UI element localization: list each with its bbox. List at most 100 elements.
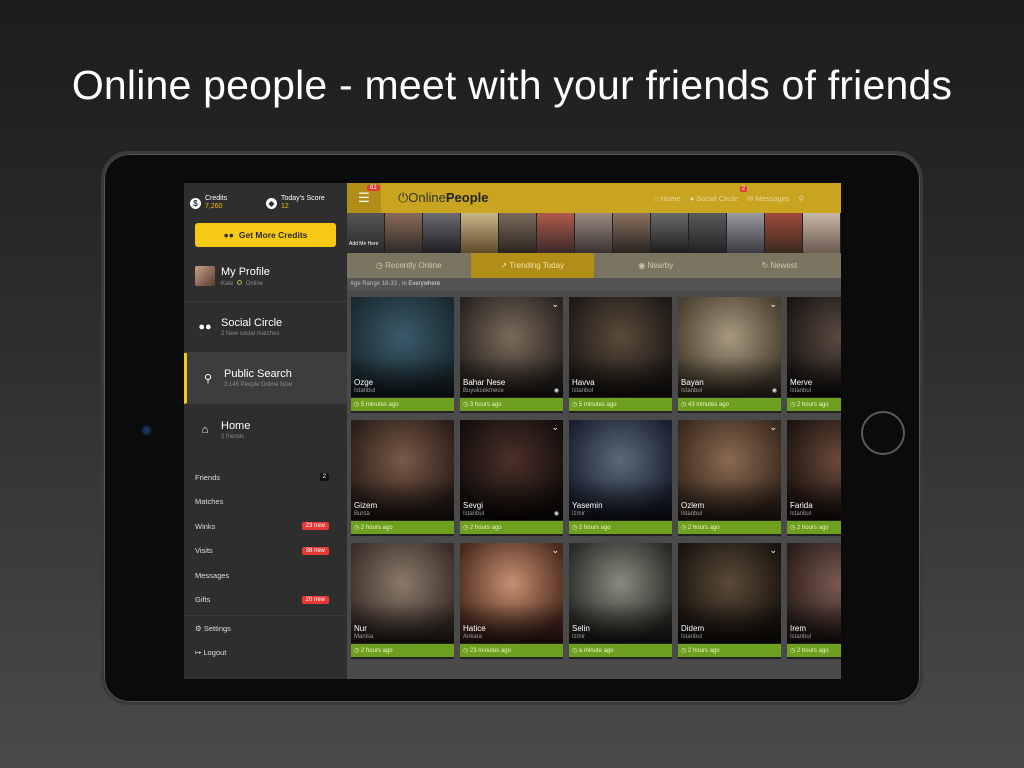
nav-public-search[interactable]: ⚲ Public Search 3,145 People Online Now (184, 353, 347, 404)
online-users-strip: Add Me Here (347, 213, 841, 253)
user-thumbnail[interactable] (803, 213, 841, 253)
sidebar-item-gifts[interactable]: Gifts 20 new (184, 588, 347, 613)
profile-card[interactable]: Farida Istanbul ◷ 2 hours ago (787, 420, 841, 536)
clock-icon: ◷ (790, 648, 796, 654)
last-online: ◷ 2 hours ago (787, 644, 841, 657)
last-online: ◷ 2 hours ago (351, 521, 454, 534)
top-nav-messages-label: Messages (755, 193, 790, 203)
user-thumbnail[interactable] (689, 213, 727, 253)
add-me-label: Add Me Here (349, 241, 379, 247)
last-online-text: 2 hours ago (360, 525, 393, 531)
user-thumbnail[interactable] (499, 213, 537, 253)
location-pin-icon: ◉ (553, 511, 559, 517)
pin-icon: ◉ (638, 261, 646, 270)
last-online: ◷ 5 minutes ago (351, 398, 454, 411)
profile-city: Buyukcekmece (463, 388, 504, 394)
tab-label: Newest (770, 261, 798, 270)
visits-badge: 38 new (301, 546, 329, 555)
user-thumbnail[interactable] (385, 213, 423, 253)
social-circle-badge: 2 (739, 185, 747, 192)
sidebar-item-logout[interactable]: ↦ Logout (184, 641, 347, 666)
profile-name: Nur (354, 624, 367, 633)
sidebar-item-settings[interactable]: ⚙ Settings (184, 616, 347, 641)
profile-city: Bursa (354, 511, 370, 517)
chevron-down-icon[interactable]: ⌄ (769, 299, 777, 310)
sidebar-item-label: Friends (195, 472, 221, 482)
profile-card[interactable]: Gizem Bursa ◷ 2 hours ago (351, 420, 454, 536)
get-more-credits-label: Get More Credits (238, 230, 308, 240)
profile-card[interactable]: Havva Istanbul ◷ 5 minutes ago (569, 297, 672, 413)
chevron-down-icon[interactable]: ⌄ (551, 299, 559, 310)
tab-label: Trending Today (509, 261, 565, 270)
user-thumbnail[interactable] (575, 213, 613, 253)
profile-card[interactable]: ⌄ Didem Istanbul ◷ 2 hours ago (678, 543, 781, 659)
top-nav-messages[interactable]: ✉ Messages (747, 194, 790, 203)
user-thumbnail[interactable] (423, 213, 461, 253)
tab-newest[interactable]: ↻ Newest (718, 253, 842, 278)
profile-card[interactable]: Nur Manisa ◷ 2 hours ago (351, 543, 454, 659)
last-online-text: 5 minutes ago (360, 402, 399, 408)
trophy-icon: ◆ (266, 197, 277, 209)
profile-card[interactable]: ⌄ Hatice Ankara ◷ 23 minutes ago (460, 543, 563, 659)
add-me-thumbnail[interactable]: Add Me Here (347, 213, 385, 253)
profile-card[interactable]: Yasemin Izmir ◷ 2 hours ago (569, 420, 672, 536)
tab-trending-today[interactable]: ↗ Trending Today (470, 253, 594, 278)
last-online: ◷ 5 minutes ago (569, 398, 672, 411)
tab-nearby[interactable]: ◉ Nearby (594, 253, 718, 278)
sidebar-item-messages[interactable]: Messages (184, 563, 347, 588)
sidebar-item-label: Visits (195, 546, 213, 556)
chevron-down-icon[interactable]: ⌄ (551, 545, 559, 556)
chevron-down-icon[interactable]: ⌄ (769, 545, 777, 556)
sidebar-item-winks[interactable]: Winks 23 new (184, 514, 347, 539)
user-thumbnail[interactable] (461, 213, 499, 253)
last-online: ◷ 23 minutes ago (460, 644, 563, 657)
nav-home[interactable]: ⌂ Home 2 friends (184, 404, 347, 455)
user-thumbnail[interactable] (727, 213, 765, 253)
tab-recently-online[interactable]: ◷ Recently Online (347, 253, 471, 278)
sidebar-item-label: Winks (195, 521, 216, 531)
clock-icon: ◷ (375, 261, 383, 270)
chevron-down-icon[interactable]: ⌄ (769, 422, 777, 433)
filter-summary[interactable]: Age Range 18-33 , in Everywhere (347, 278, 841, 291)
home-button[interactable] (861, 411, 905, 455)
menu-button[interactable]: ☰ 61 (347, 183, 381, 213)
gifts-badge: 20 new (301, 595, 329, 604)
sidebar-item-friends[interactable]: Friends 2 (184, 465, 347, 490)
nav-social-circle[interactable]: ●● Social Circle 2 New social matches (184, 302, 347, 353)
sidebar-item-matches[interactable]: Matches (184, 490, 347, 515)
hamburger-icon: ☰ (358, 190, 370, 205)
get-more-credits-button[interactable]: ●● Get More Credits (195, 223, 336, 247)
user-thumbnail[interactable] (613, 213, 651, 253)
user-thumbnail[interactable] (765, 213, 803, 253)
profile-card[interactable]: ⌄ Bahar Nese Buyukcekmece ◉ ◷ 3 hours ago (460, 297, 563, 413)
search-icon[interactable]: ⚲ (799, 194, 805, 203)
sidebar-item-label: Messages (195, 570, 230, 580)
sidebar-item-visits[interactable]: Visits 38 new (184, 539, 347, 564)
clock-icon: ◷ (572, 525, 578, 531)
profile-card[interactable]: ⌄ Ozlem Istanbul ◷ 2 hours ago (678, 420, 781, 536)
sidebar-item-label: Matches (195, 497, 224, 507)
clock-icon: ◷ (790, 402, 796, 408)
profile-card[interactable]: Merve Istanbul ◷ 2 hours ago (787, 297, 841, 413)
public-search-sub: 3,145 People Online Now (224, 382, 293, 388)
profile-status: Online (245, 280, 264, 287)
chat-icon: ✉ (746, 193, 754, 203)
nav-my-profile[interactable]: My Profile Kate Online (184, 251, 347, 302)
sidebar-item-label: Gifts (195, 595, 211, 605)
chevron-down-icon[interactable]: ⌄ (551, 422, 559, 433)
friends-count-badge: 2 (319, 473, 329, 482)
user-thumbnail[interactable] (651, 213, 689, 253)
my-profile-title: My Profile (221, 265, 270, 278)
profile-card[interactable]: ⌄ Bayan Istanbul ◉ ◷ 43 minutes ago (678, 297, 781, 413)
user-thumbnail[interactable] (537, 213, 575, 253)
profile-card[interactable]: ⌄ Sevgi Istanbul ◉ ◷ 2 hours ago (460, 420, 563, 536)
top-nav-social-circle[interactable]: ● Social Circle 2 (690, 185, 747, 203)
avatar (195, 266, 215, 286)
profile-card[interactable]: Irem Istanbul ◷ 2 hours ago (787, 543, 841, 659)
profile-card[interactable]: Ozge Istanbul ◷ 5 minutes ago (351, 297, 454, 413)
profile-name: Sevgi (463, 501, 484, 510)
profile-card[interactable]: Selin Izmir ◷ a minute ago (569, 543, 672, 659)
top-nav-home[interactable]: ⌂ Home (654, 194, 681, 203)
profile-city: Istanbul (790, 634, 812, 640)
settings-text: Settings (203, 623, 231, 633)
